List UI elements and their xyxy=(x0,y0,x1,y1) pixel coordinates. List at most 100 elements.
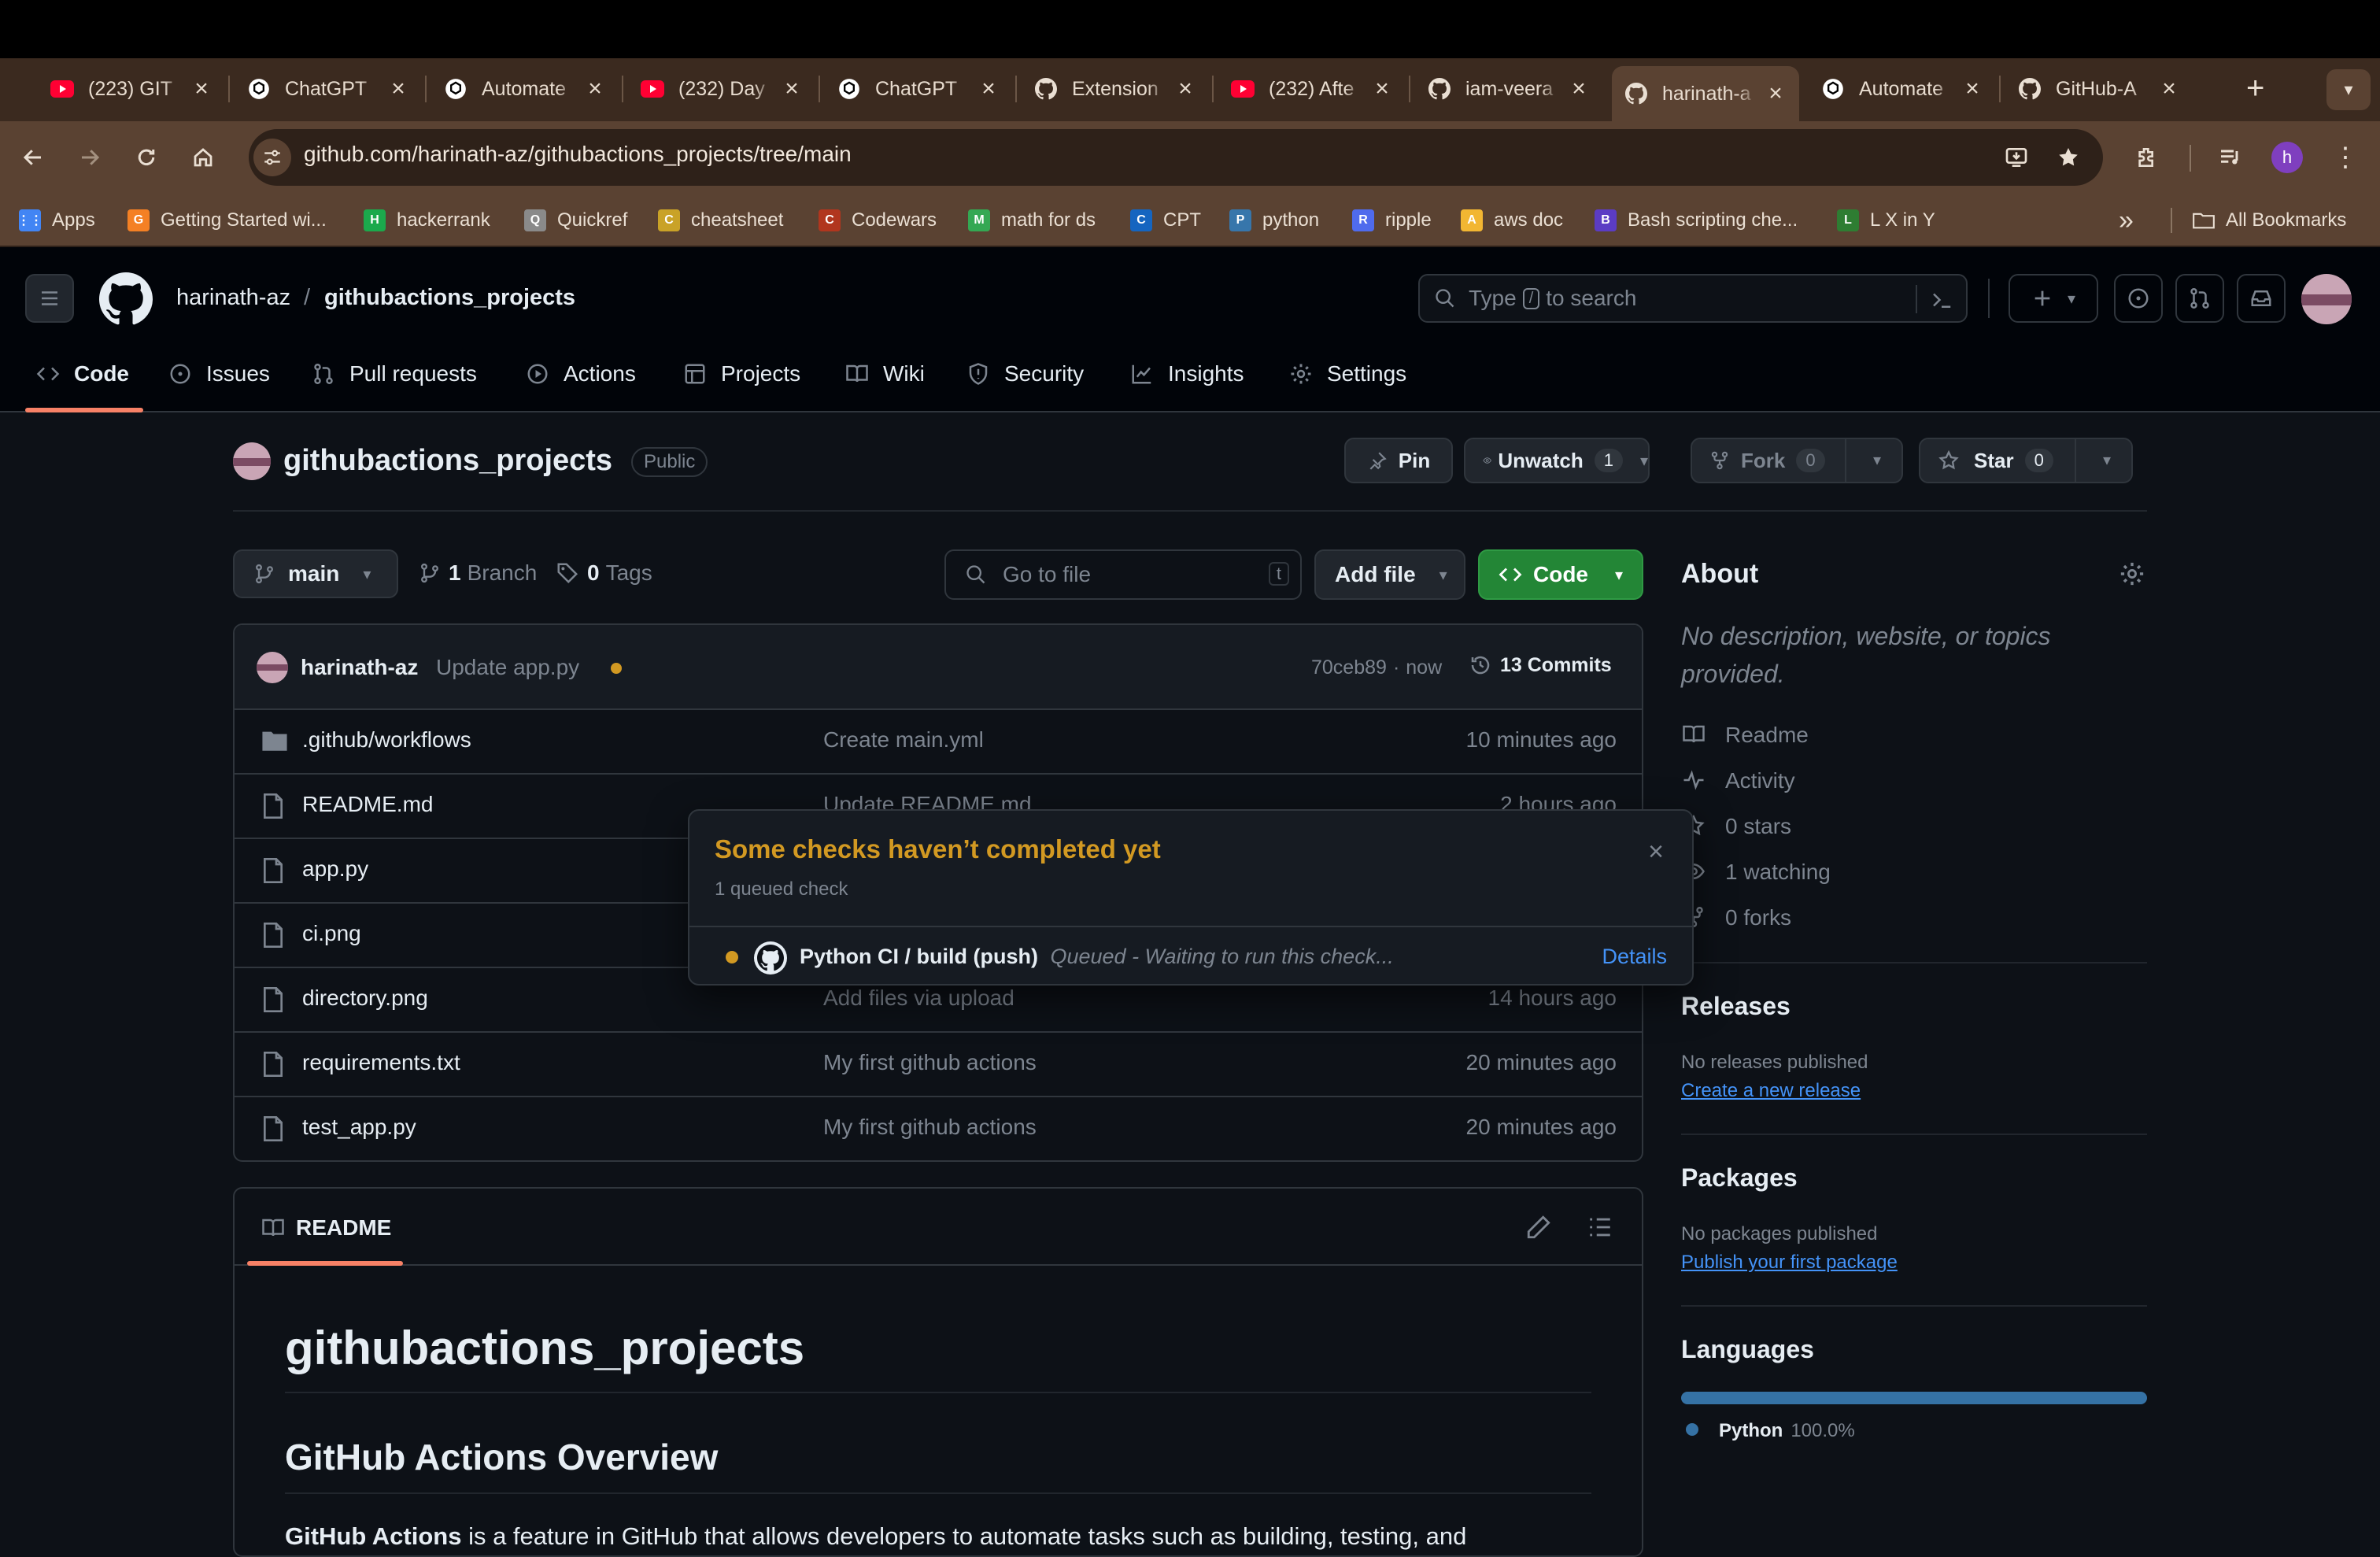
profile-avatar[interactable]: h xyxy=(2271,142,2303,173)
pin-button[interactable]: Pin xyxy=(1344,438,1453,483)
close-icon[interactable]: × xyxy=(1642,837,1670,867)
code-button[interactable]: Code ▾ xyxy=(1478,549,1643,600)
close-tab-icon[interactable]: × xyxy=(978,76,1000,102)
file-name[interactable]: app.py xyxy=(302,856,368,882)
language-entry[interactable]: Python 100.0% xyxy=(1719,1420,1855,1442)
file-row[interactable]: test_app.py My first github actions 20 min… xyxy=(235,1096,1642,1160)
tab-actions[interactable]: Actions xyxy=(526,351,636,397)
close-tab-icon[interactable]: × xyxy=(190,76,213,102)
tab-pull-requests[interactable]: Pull requests xyxy=(312,351,477,397)
browser-tab[interactable]: harinath-a × xyxy=(1612,66,1799,121)
branches-link[interactable]: 1 Branch xyxy=(419,560,537,586)
create-release-link[interactable]: Create a new release xyxy=(1681,1080,1861,1102)
bookmark-star-icon[interactable] xyxy=(2051,140,2086,175)
tab-code[interactable]: Code xyxy=(36,351,129,397)
file-name[interactable]: ci.png xyxy=(302,921,361,946)
about-readme-link[interactable]: Readme xyxy=(1725,723,1809,748)
file-name[interactable]: .github/workflows xyxy=(302,727,471,753)
file-commit-message[interactable]: My first github actions xyxy=(823,1050,1037,1075)
branch-selector[interactable]: main ▾ xyxy=(233,549,398,598)
bookmark-item[interactable]: Ppython xyxy=(1229,203,1319,238)
url-text[interactable]: github.com/harinath-az/githubactions_pro… xyxy=(304,142,852,167)
bookmark-item[interactable]: C Codewars xyxy=(819,203,937,238)
commits-link[interactable]: 13 Commits xyxy=(1469,653,1612,677)
bookmark-item[interactable]: L L X in Y xyxy=(1837,203,1935,238)
issues-icon-button[interactable] xyxy=(2114,274,2163,323)
user-avatar[interactable] xyxy=(2301,274,2352,324)
tab-projects[interactable]: Projects xyxy=(683,351,800,397)
bookmark-item[interactable]: ⋮⋮ Apps xyxy=(17,203,95,238)
pending-status-dot[interactable] xyxy=(611,663,622,674)
commit-message[interactable]: Update app.py xyxy=(436,655,579,680)
tab-insights[interactable]: Insights xyxy=(1130,351,1244,397)
all-bookmarks[interactable]: All Bookmarks xyxy=(2193,203,2346,238)
new-tab-icon[interactable]: + xyxy=(2246,71,2264,106)
add-file-button[interactable]: Add file ▾ xyxy=(1314,549,1465,600)
bookmark-item[interactable]: Ccheatsheet xyxy=(658,203,783,238)
close-tab-icon[interactable]: × xyxy=(387,76,409,102)
about-activity-link[interactable]: Activity xyxy=(1725,768,1795,793)
close-tab-icon[interactable]: × xyxy=(2158,76,2180,102)
close-tab-icon[interactable]: × xyxy=(584,76,606,102)
browser-tab[interactable]: (232) Afte × xyxy=(1218,68,1406,110)
bookmark-item[interactable]: Aaws doc xyxy=(1461,203,1563,238)
browser-tab[interactable]: Automate × xyxy=(1809,68,1996,110)
back-icon[interactable] xyxy=(16,140,50,175)
chrome-menu-icon[interactable]: ⋮ xyxy=(2330,140,2361,175)
bookmark-item[interactable]: Rripple xyxy=(1352,203,1432,238)
close-tab-icon[interactable]: × xyxy=(1961,76,1983,102)
readme-tab[interactable]: README xyxy=(261,1215,391,1241)
file-name[interactable]: README.md xyxy=(302,792,433,817)
edit-pencil-icon[interactable] xyxy=(1525,1214,1552,1241)
browser-tab[interactable]: Automate × xyxy=(431,68,619,110)
bookmark-item[interactable]: G Getting Started wi... xyxy=(128,203,327,238)
browser-tab[interactable]: (223) GIT × xyxy=(38,68,225,110)
unwatch-button[interactable]: Unwatch 1 ▾ xyxy=(1464,438,1650,483)
browser-tab[interactable]: ChatGPT × xyxy=(825,68,1012,110)
bookmark-item[interactable]: Q Quickref xyxy=(524,203,627,238)
repo-title[interactable]: githubactions_projects xyxy=(283,444,612,478)
tab-settings[interactable]: Settings xyxy=(1289,351,1406,397)
table-of-contents-icon[interactable] xyxy=(1587,1214,1613,1241)
browser-tab[interactable]: (232) Day × xyxy=(628,68,815,110)
file-name[interactable]: test_app.py xyxy=(302,1115,416,1140)
star-button[interactable]: Star 0 ▾ xyxy=(1919,438,2133,483)
file-row[interactable]: requirements.txt My first github actions 2… xyxy=(235,1031,1642,1096)
site-info-icon[interactable] xyxy=(253,139,291,176)
bookmark-item[interactable]: C CPT xyxy=(1130,203,1201,238)
bookmark-item[interactable]: Mmath for ds xyxy=(968,203,1096,238)
reload-icon[interactable] xyxy=(129,140,164,175)
file-name[interactable]: requirements.txt xyxy=(302,1050,460,1075)
tab-search-chevron-icon[interactable]: ▾ xyxy=(2326,69,2371,110)
commit-hash[interactable]: 70ceb89 xyxy=(1311,656,1387,679)
close-tab-icon[interactable]: × xyxy=(1765,80,1787,107)
commit-author[interactable]: harinath-az xyxy=(301,655,418,680)
home-icon[interactable] xyxy=(186,140,220,175)
command-palette-icon[interactable] xyxy=(1930,288,1953,312)
file-commit-message[interactable]: Create main.yml xyxy=(823,727,984,753)
install-app-icon[interactable] xyxy=(1999,140,2034,175)
bookmark-item[interactable]: B Bash scripting che... xyxy=(1595,203,1798,238)
file-name[interactable]: directory.png xyxy=(302,986,428,1011)
bookmarks-overflow[interactable]: » xyxy=(2119,203,2134,238)
inbox-icon-button[interactable] xyxy=(2237,274,2286,323)
forward-icon[interactable] xyxy=(72,140,107,175)
browser-tab[interactable]: ChatGPT × xyxy=(235,68,422,110)
close-tab-icon[interactable]: × xyxy=(1568,76,1590,102)
about-forks-link[interactable]: 0 forks xyxy=(1725,905,1791,930)
tags-link[interactable]: 0 Tags xyxy=(556,560,652,586)
media-controls-icon[interactable] xyxy=(2213,140,2248,175)
browser-tab[interactable]: GitHub-A × xyxy=(2005,68,2193,110)
fork-button[interactable]: Fork 0 ▾ xyxy=(1691,438,1903,483)
extensions-icon[interactable] xyxy=(2130,140,2164,175)
about-watching-link[interactable]: 1 watching xyxy=(1725,860,1831,885)
tab-wiki[interactable]: Wiki xyxy=(845,351,925,397)
github-search-input[interactable]: Type / to search xyxy=(1418,274,1968,323)
repo-owner-link[interactable]: harinath-az xyxy=(176,285,290,311)
releases-heading[interactable]: Releases xyxy=(1681,992,1791,1021)
about-stars-link[interactable]: 0 stars xyxy=(1725,814,1791,839)
file-row[interactable]: .github/workflows Create main.yml 10 minut… xyxy=(235,708,1642,773)
close-tab-icon[interactable]: × xyxy=(1371,76,1393,102)
pull-requests-icon-button[interactable] xyxy=(2175,274,2224,323)
tab-security[interactable]: Security xyxy=(966,351,1084,397)
